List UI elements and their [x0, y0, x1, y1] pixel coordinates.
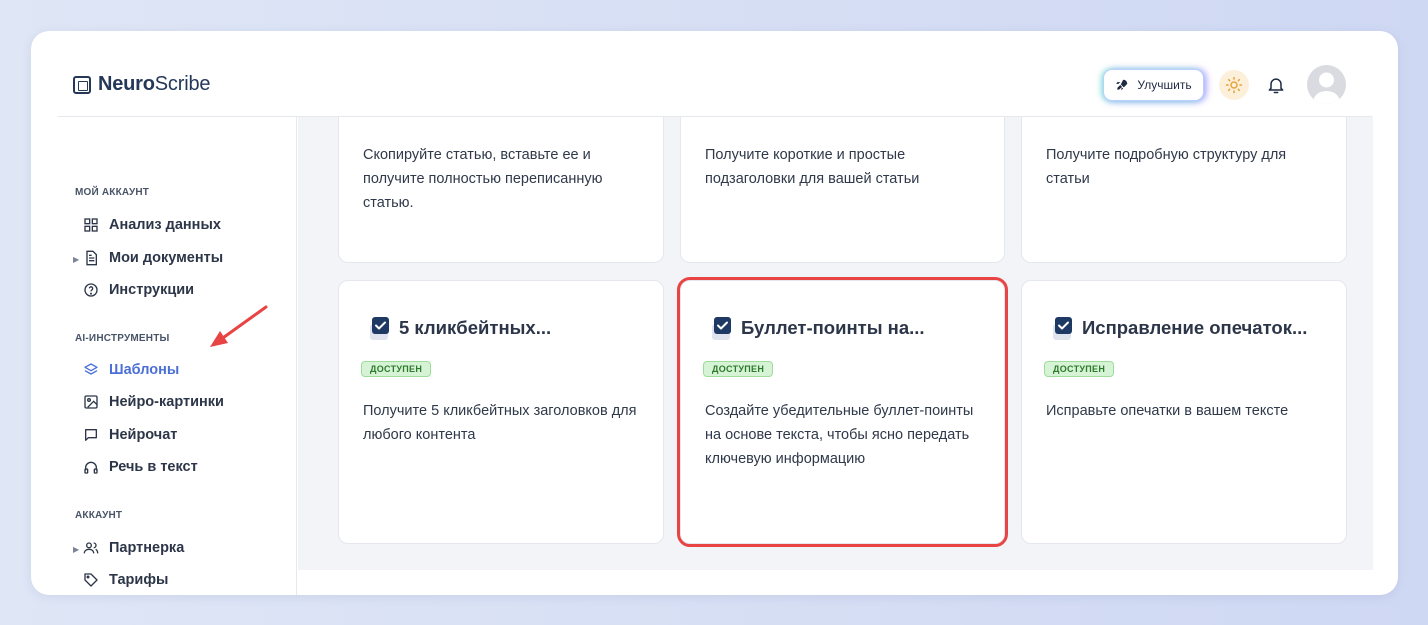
- upgrade-label: Улучшить: [1137, 78, 1192, 92]
- caret-right-icon[interactable]: ▶: [73, 545, 79, 554]
- sidebar-item-neuro-images[interactable]: Нейро-картинки: [83, 394, 224, 410]
- sidebar-item-neurochat[interactable]: Нейрочат: [83, 427, 177, 443]
- headphones-icon: [84, 461, 98, 474]
- template-card[interactable]: Получите подробную структуру для статьи: [1021, 117, 1347, 263]
- template-card-bullet-points[interactable]: Буллет-поинты на... ДОСТУПЕН Создайте уб…: [677, 277, 1008, 547]
- status-badge: ДОСТУПЕН: [361, 361, 432, 377]
- rocket-icon: [1116, 79, 1128, 91]
- image-icon: [84, 395, 98, 409]
- bell-icon: [1268, 78, 1284, 94]
- upgrade-button[interactable]: Улучшить: [1103, 69, 1204, 101]
- card-description: Получите 5 кликбейтных заголовков для лю…: [363, 403, 637, 443]
- section-title-account: АККАУНТ: [75, 510, 123, 521]
- template-card-clickbait[interactable]: 5 кликбейтных... ДОСТУПЕН Получите 5 кли…: [338, 280, 664, 544]
- logo-icon: [73, 75, 91, 94]
- grid-icon: [84, 218, 98, 232]
- status-badge: ДОСТУПЕН: [703, 361, 774, 377]
- card-description: Исправьте опечатки в вашем тексте: [1046, 403, 1289, 419]
- sidebar: МОЙ АККАУНТ Анализ данных ▶ Мои документ…: [58, 117, 297, 595]
- sidebar-item-instructions[interactable]: Инструкции: [83, 282, 194, 298]
- chat-icon: [85, 429, 97, 441]
- sidebar-item-tariffs[interactable]: Тарифы: [83, 572, 168, 588]
- template-card-typo-fix[interactable]: Исправление опечаток... ДОСТУПЕН Исправь…: [1021, 280, 1347, 544]
- avatar[interactable]: [1307, 65, 1346, 104]
- sun-icon: [1225, 76, 1243, 94]
- card-title: Исправление опечаток...: [1082, 317, 1308, 338]
- tag-icon: [84, 573, 98, 587]
- sidebar-item-data-analysis[interactable]: Анализ данных: [83, 217, 221, 233]
- template-card[interactable]: Скопируйте статью, вставьте ее и получит…: [338, 117, 664, 263]
- section-title-my-account: МОЙ АККАУНТ: [75, 187, 150, 198]
- checkbox-document-icon: [370, 317, 389, 340]
- logo[interactable]: NeuroScribe: [73, 73, 210, 96]
- sidebar-item-partners[interactable]: Партнерка: [83, 540, 184, 556]
- caret-right-icon[interactable]: ▶: [73, 255, 79, 264]
- document-icon: [86, 250, 97, 266]
- layers-icon: [84, 363, 98, 375]
- sidebar-item-speech-to-text[interactable]: Речь в текст: [83, 459, 198, 475]
- help-circle-icon: [84, 283, 98, 297]
- card-description: Получите подробную структуру для статьи: [1046, 147, 1287, 187]
- status-badge: ДОСТУПЕН: [1044, 361, 1115, 377]
- users-icon: [83, 542, 99, 554]
- theme-toggle-button[interactable]: [1219, 70, 1249, 100]
- template-card[interactable]: Получите короткие и простые подзаголовки…: [680, 117, 1005, 263]
- card-description: Получите короткие и простые подзаголовки…: [705, 147, 920, 187]
- card-title: 5 кликбейтных...: [399, 317, 552, 338]
- checkbox-document-icon: [712, 317, 731, 340]
- card-description: Скопируйте статью, вставьте ее и получит…: [363, 147, 603, 211]
- sidebar-item-my-documents[interactable]: Мои документы: [83, 250, 223, 266]
- app-window: NeuroScribe Улучшить МОЙ АККАУНТ Анализ …: [31, 31, 1398, 595]
- section-title-ai-tools: AI-ИНСТРУМЕНТЫ: [75, 333, 170, 344]
- card-description: Создайте убедительные буллет-поинты на о…: [705, 403, 974, 467]
- notifications-button[interactable]: [1266, 74, 1286, 101]
- checkbox-document-icon: [1053, 317, 1072, 340]
- card-title: Буллет-поинты на...: [741, 317, 925, 338]
- user-avatar-icon: [1313, 72, 1340, 104]
- templates-grid: Скопируйте статью, вставьте ее и получит…: [298, 117, 1373, 570]
- red-arrow-annotation: [210, 305, 268, 347]
- sidebar-item-templates[interactable]: Шаблоны: [83, 362, 179, 378]
